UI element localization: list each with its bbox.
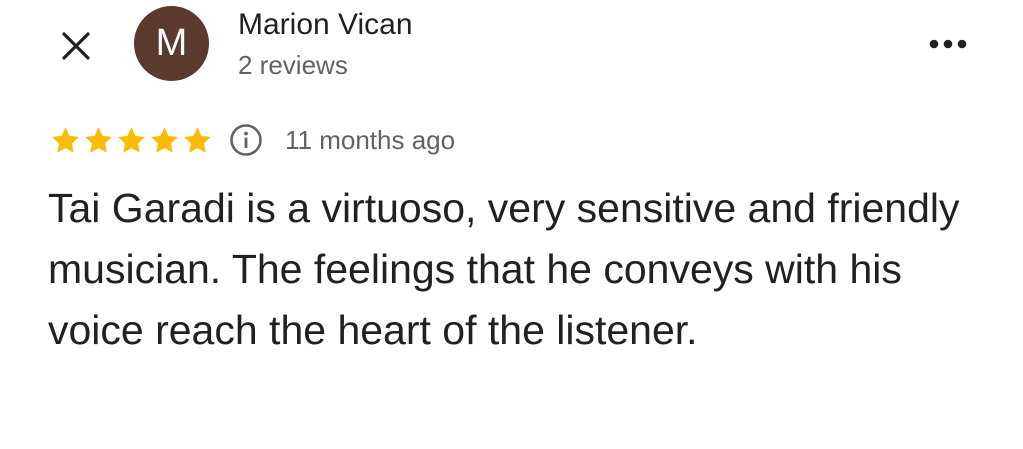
- avatar-letter: M: [155, 22, 188, 64]
- info-button[interactable]: [229, 123, 263, 157]
- review-text: Tai Garadi is a virtuoso, very sensitive…: [48, 185, 960, 353]
- info-icon: [230, 124, 262, 156]
- star-icon: [118, 126, 145, 153]
- review-count: 2 reviews: [238, 50, 348, 80]
- star-rating: [50, 125, 215, 156]
- close-button[interactable]: [56, 26, 96, 66]
- rating-row: 11 months ago: [50, 120, 455, 160]
- star-icon: [151, 126, 178, 153]
- close-icon: [62, 32, 90, 60]
- star-icon: [52, 126, 79, 153]
- reviewer-name[interactable]: Marion Vican: [238, 8, 413, 42]
- avatar[interactable]: M: [134, 6, 209, 81]
- review-time: 11 months ago: [285, 124, 456, 155]
- more-options-button[interactable]: [924, 28, 972, 60]
- star-icon: [184, 126, 211, 153]
- star-icon: [85, 126, 112, 153]
- more-horizontal-icon: [929, 39, 967, 49]
